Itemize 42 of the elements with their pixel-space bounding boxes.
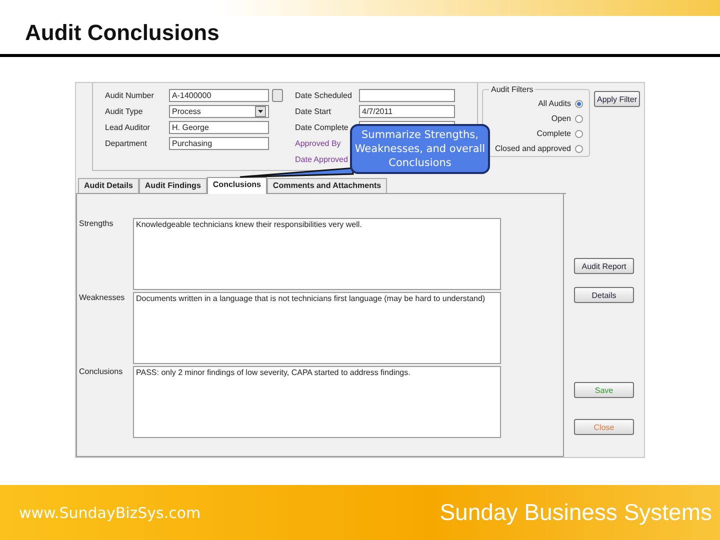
filter-option-label: All Audits (538, 99, 571, 108)
filter-option-label: Open (551, 114, 571, 123)
tab[interactable]: Audit Findings (138, 178, 207, 193)
text-area[interactable]: Knowledgeable technicians knew their responsibilities very well. (133, 218, 501, 290)
input-field[interactable] (359, 89, 455, 102)
tab[interactable]: Audit Details (78, 178, 139, 193)
tab[interactable]: Conclusions (206, 177, 267, 194)
website-url: www.SundayBizSys.com (19, 504, 201, 522)
filter-option-label: Complete (536, 129, 571, 138)
field-label: Approved By (295, 138, 342, 150)
lookup-button[interactable] (272, 89, 283, 102)
company-name: Sunday Business Systems (440, 499, 712, 526)
action-button[interactable]: Audit Report (574, 258, 634, 274)
input-field[interactable]: 4/7/2011 (359, 105, 455, 118)
input-field[interactable]: H. George (169, 121, 269, 134)
field-label: Date Start (295, 106, 332, 118)
filters-title: Audit Filters (490, 85, 534, 94)
callout-tooltip: Summarize Strengths, Weaknesses, and overall Conclusions (350, 124, 490, 174)
field-label: Strengths (79, 218, 114, 230)
radio-button[interactable] (575, 114, 583, 122)
text-area[interactable]: Documents written in a language that is not technicians first language (may be hard to understand) (133, 292, 501, 364)
input-field[interactable]: A-1400000 (169, 89, 269, 102)
field-label: Lead Auditor (105, 122, 151, 134)
field-label: Audit Type (105, 106, 144, 118)
field-label: Date Approved (295, 154, 349, 166)
field-label: Department (105, 138, 148, 150)
field-label: Weaknesses (79, 292, 126, 304)
filter-option-label: Closed and approved (494, 144, 571, 153)
field-label: Conclusions (79, 366, 124, 378)
radio-button[interactable] (575, 130, 583, 138)
text-area[interactable]: PASS: only 2 minor findings of low severity, CAPA started to address findings. (133, 366, 501, 438)
dropdown-field[interactable]: Process (169, 105, 269, 118)
radio-button[interactable] (575, 100, 583, 108)
tab[interactable]: Comments and Attachments (266, 178, 388, 193)
field-label: Date Complete (295, 122, 350, 134)
field-label: Date Scheduled (295, 90, 353, 102)
field-label: Audit Number (105, 90, 155, 102)
input-field[interactable]: Purchasing (169, 137, 269, 150)
radio-button[interactable] (575, 144, 583, 152)
apply-filter-button[interactable]: Apply Filter (594, 91, 640, 107)
slide-title: Audit Conclusions (24, 19, 220, 47)
action-button[interactable]: Details (574, 287, 634, 303)
